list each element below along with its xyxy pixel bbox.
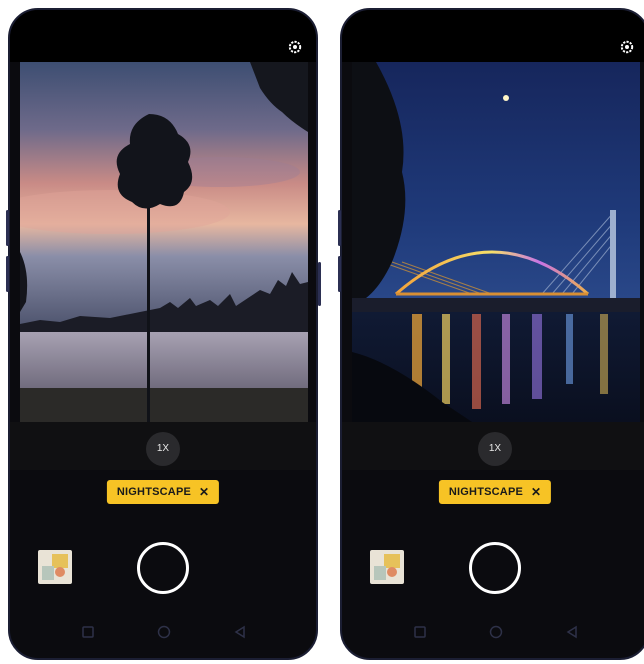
triangle-back-icon[interactable] [232,624,248,640]
status-bar [10,10,316,62]
mode-label: NIGHTSCAPE [448,486,524,498]
power-button-left-phone [318,262,321,306]
phone-right: 1X NIGHTSCAPE ✕ [340,8,644,660]
nightscape-mode-pill[interactable]: NIGHTSCAPE ✕ [438,480,552,504]
volume-button-right-phone-2 [338,256,341,292]
viewfinder-bridge[interactable] [352,62,640,422]
shutter-button[interactable] [137,542,189,594]
zoom-strip: 1X [10,422,316,470]
mode-label: NIGHTSCAPE [116,486,192,498]
shutter-button[interactable] [469,542,521,594]
close-icon[interactable]: ✕ [531,485,541,499]
nav-bar [342,618,644,648]
gear-icon[interactable] [620,40,634,54]
gallery-thumbnail[interactable] [370,550,404,584]
phone-left: 1X NIGHTSCAPE ✕ [8,8,318,660]
circle-icon[interactable] [156,624,172,640]
gear-icon[interactable] [288,40,302,54]
nightscape-mode-pill[interactable]: NIGHTSCAPE ✕ [106,480,220,504]
close-icon[interactable]: ✕ [199,485,209,499]
volume-button-right-phone [338,210,341,246]
circle-icon[interactable] [488,624,504,640]
nav-bar [10,618,316,648]
status-bar [342,10,644,62]
triangle-back-icon[interactable] [564,624,580,640]
zoom-strip: 1X [342,422,644,470]
zoom-button[interactable]: 1X [146,432,180,466]
volume-button-left-phone [6,210,9,246]
gallery-thumbnail[interactable] [38,550,72,584]
zoom-button[interactable]: 1X [478,432,512,466]
viewfinder-sunset[interactable] [20,62,308,422]
square-icon[interactable] [80,624,96,640]
volume-button-left-phone-2 [6,256,9,292]
square-icon[interactable] [412,624,428,640]
